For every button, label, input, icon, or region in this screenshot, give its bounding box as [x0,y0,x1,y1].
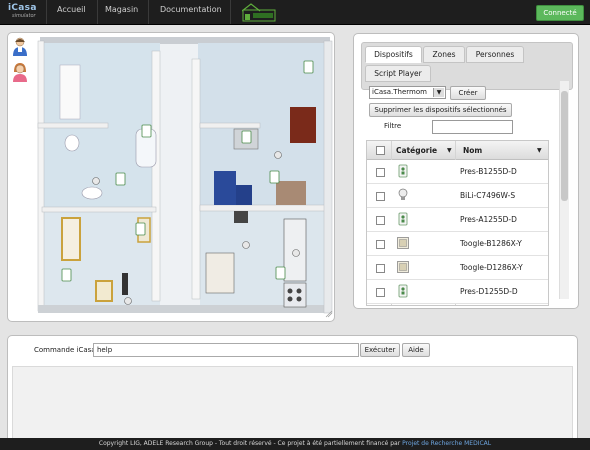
toggle-switch-icon [397,261,409,273]
man-avatar-icon[interactable] [12,37,28,57]
row-checkbox[interactable] [376,168,385,177]
device-marker [135,222,146,236]
filter-label: Filtre [384,122,402,130]
bulb-marker [92,177,100,185]
bulb-marker [292,249,300,257]
light-bulb-icon [398,188,408,200]
device-marker [115,172,126,186]
tab-zones[interactable]: Zones [423,46,465,63]
device-marker [61,268,72,282]
help-button[interactable]: Aide [402,343,430,357]
device-name: Pres-D1255D-D [460,287,518,296]
tab-personnes[interactable]: Personnes [466,46,524,63]
presence-sensor-icon [398,164,408,178]
sort-caret-icon[interactable]: ▼ [537,147,542,154]
filter-input[interactable] [432,120,513,134]
house-floorplan[interactable] [8,33,334,321]
presence-sensor-icon [398,212,408,226]
column-header-categorie[interactable]: Catégorie [396,146,437,155]
house-map-panel[interactable] [7,32,335,322]
tab-bar: Dispositifs Zones Personnes Script Playe… [361,42,573,90]
device-name: BiLi-C7496W-S [460,191,516,200]
nav-divider [148,0,149,24]
sort-caret-icon[interactable]: ▼ [447,147,452,154]
top-navbar: iCasa simulator Accueil Magasin Document… [0,0,590,25]
delete-selected-devices-button[interactable]: Supprimer les dispositifs sélectionnés [369,103,512,117]
table-row[interactable]: BiLi-C7496W-S [367,184,548,208]
device-name: Toogle-D1286X-Y [460,263,523,272]
command-input[interactable]: help [93,343,359,357]
device-type-value: iCasa.Thermom [372,88,427,96]
nav-divider [97,0,98,24]
device-marker [275,266,286,280]
house-logo-icon [242,3,276,22]
tab-script-player[interactable]: Script Player [365,65,431,82]
devices-table: Catégorie ▼ Nom ▼ Pres-B1255D-D BiLi-C74… [366,140,549,306]
row-checkbox[interactable] [376,192,385,201]
footer-project-link[interactable]: Projet de Recherche MEDICAL [402,440,491,447]
logo-text: iCasa [8,3,37,13]
bulb-marker [124,297,132,305]
connect-button[interactable]: Connecté [536,5,584,21]
device-type-select[interactable]: iCasa.Thermom ▼ [369,86,446,99]
row-checkbox[interactable] [376,216,385,225]
table-row[interactable]: Pres-A1255D-D [367,208,548,232]
command-label: Commande iCasa : [34,346,101,354]
table-row[interactable]: Toogle-B1286X-Y [367,232,548,256]
row-checkbox[interactable] [376,264,385,273]
devices-panel: Dispositifs Zones Personnes Script Playe… [353,33,579,309]
logo-subtext: simulator [12,13,36,19]
device-marker [241,130,252,144]
nav-divider [46,0,47,24]
bulb-marker [274,151,282,159]
create-device-button[interactable]: Créer [450,86,486,100]
tab-dispositifs[interactable]: Dispositifs [365,46,422,63]
device-marker [269,170,280,184]
woman-avatar-icon[interactable] [12,63,28,83]
device-marker [141,124,152,138]
chevron-down-icon[interactable]: ▼ [433,88,444,97]
icasa-logo[interactable]: iCasa simulator [8,3,42,21]
scrollbar-thumb[interactable] [561,91,568,201]
command-output-console[interactable] [12,366,573,444]
device-marker [303,60,314,74]
nav-magasin[interactable]: Magasin [105,5,138,14]
table-row[interactable]: Toogle-D1286X-Y [367,256,548,280]
table-row[interactable]: Pres-B1255D-D [367,160,548,184]
table-row[interactable]: Pres-D1255D-D [367,280,548,304]
device-name: Pres-A1255D-D [460,215,517,224]
presence-sensor-icon [398,284,408,298]
execute-button[interactable]: Exécuter [360,343,400,357]
select-all-checkbox[interactable] [376,146,385,155]
row-checkbox[interactable] [376,288,385,297]
column-header-nom[interactable]: Nom [463,146,482,155]
footer: Copyright LIG, ADELE Research Group - To… [0,438,590,450]
toggle-switch-icon [397,237,409,249]
command-panel: Commande iCasa : help Exécuter Aide [7,335,578,445]
device-name: Pres-B1255D-D [460,167,517,176]
nav-accueil[interactable]: Accueil [57,5,86,14]
bulb-marker [242,241,250,249]
devices-scrollbar[interactable] [559,81,569,299]
row-checkbox[interactable] [376,240,385,249]
table-header: Catégorie ▼ Nom ▼ [367,141,548,160]
footer-text: Copyright LIG, ADELE Research Group - To… [98,440,401,447]
nav-divider [230,0,231,24]
nav-documentation[interactable]: Documentation [160,5,222,14]
device-name: Toogle-B1286X-Y [460,239,522,248]
